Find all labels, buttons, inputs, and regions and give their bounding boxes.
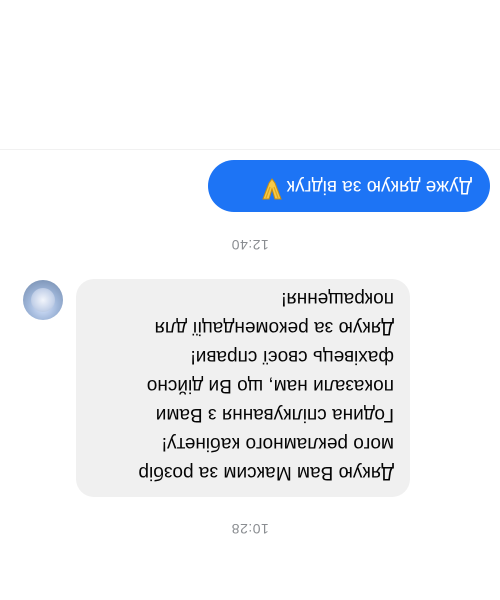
- message-text-line: Дякую за рекомендації для: [154, 317, 394, 338]
- avatar[interactable]: [23, 280, 63, 320]
- message-timestamp: 10:28: [231, 521, 269, 537]
- message-timestamp: 12:40: [231, 237, 269, 253]
- header-divider: [0, 149, 500, 150]
- message-text-line: Година спілкування з Вами: [155, 404, 394, 425]
- avatar-image: [31, 288, 55, 312]
- message-text-line: покращення!: [281, 288, 394, 309]
- message-text-line: Дякую Вам Максим за розбір: [138, 462, 394, 483]
- raised-hands-emoji: [261, 156, 283, 208]
- message-text-line: мого рекламного кабінету!: [161, 433, 394, 454]
- message-text-line: фахівець своєї справи!: [190, 346, 394, 367]
- outgoing-message-bubble[interactable]: Дуже дякую за відгук: [208, 160, 490, 212]
- message-text: Дуже дякую за відгук: [286, 176, 472, 197]
- message-text-line: показали нам, що Ви дійсно: [146, 375, 394, 396]
- incoming-message-bubble[interactable]: Дякую Вам Максим за розбір мого рекламно…: [76, 279, 410, 497]
- chat-view: 10:28 Дякую Вам Максим за розбір мого ре…: [0, 0, 500, 600]
